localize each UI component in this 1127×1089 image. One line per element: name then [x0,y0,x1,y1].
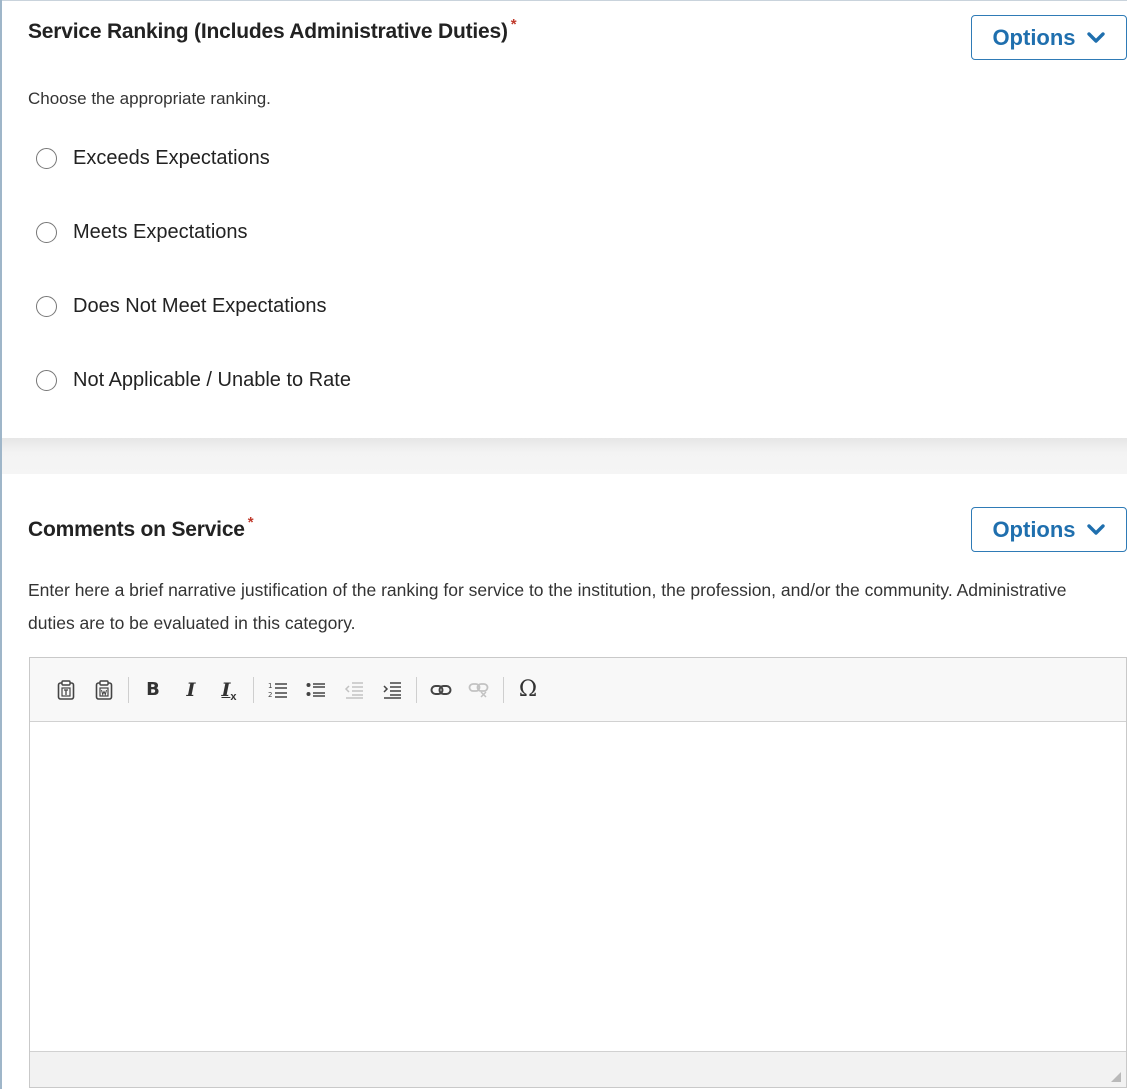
remove-format-icon[interactable]: Ix [214,675,244,705]
ranking-instructions: Choose the appropriate ranking. [28,89,271,108]
bulleted-list-icon[interactable] [301,675,331,705]
radio-button[interactable] [36,370,57,391]
svg-text:2: 2 [268,691,272,699]
radio-option-not-applicable[interactable]: Not Applicable / Unable to Rate [36,369,351,392]
radio-button[interactable] [36,222,57,243]
radio-label[interactable]: Not Applicable / Unable to Rate [73,369,351,392]
comments-instructions: Enter here a brief narrative justificati… [28,580,1067,633]
options-button-label: Options [992,24,1076,50]
paste-word-icon[interactable] [89,675,119,705]
toolbar-separator [253,676,254,703]
comments-section: Comments on Service * Options Enter here … [2,474,1127,1089]
toolbar-separator [128,676,129,703]
toolbar-separator [503,676,504,703]
svg-text:1: 1 [268,682,272,690]
comments-editor-area[interactable] [30,722,1126,1052]
paste-text-icon[interactable] [51,675,81,705]
editor-statusbar [30,1051,1126,1087]
toolbar-separator [416,676,417,703]
options-button-label: Options [992,516,1076,542]
radio-option-meets[interactable]: Meets Expectations [36,221,248,244]
chevron-down-icon [1086,523,1105,535]
radio-label[interactable]: Exceeds Expectations [73,147,270,170]
radio-option-does-not-meet[interactable]: Does Not Meet Expectations [36,295,326,318]
required-asterisk: * [510,16,517,33]
numbered-list-icon[interactable]: 1 2 [263,675,293,705]
bold-icon[interactable]: B [138,675,168,705]
italic-icon[interactable]: I [176,675,206,705]
resize-grip-icon[interactable] [1110,1071,1122,1083]
service-ranking-title-text: Service Ranking (Includes Administrative… [28,20,508,43]
unlink-icon [464,675,494,705]
link-icon[interactable] [426,675,456,705]
comments-title: Comments on Service * [28,514,254,542]
radio-label[interactable]: Does Not Meet Expectations [73,295,326,318]
radio-label[interactable]: Meets Expectations [73,221,248,244]
special-character-icon[interactable]: Ω [513,675,543,705]
radio-button[interactable] [36,148,57,169]
required-asterisk: * [247,514,254,531]
comments-options-button[interactable]: Options [971,507,1127,552]
outdent-icon [339,675,369,705]
editor-toolbar: B I Ix 1 2 Ω [30,658,1126,722]
radio-option-exceeds[interactable]: Exceeds Expectations [36,147,270,170]
rich-text-editor: B I Ix 1 2 Ω [29,657,1127,1088]
chevron-down-icon [1086,31,1105,43]
service-ranking-title: Service Ranking (Includes Administrative… [28,16,517,44]
ranking-options-button[interactable]: Options [971,15,1127,60]
comments-title-text: Comments on Service [28,518,245,541]
indent-icon[interactable] [377,675,407,705]
section-divider [2,438,1127,474]
radio-button[interactable] [36,296,57,317]
service-ranking-section: Service Ranking (Includes Administrative… [2,0,1127,438]
